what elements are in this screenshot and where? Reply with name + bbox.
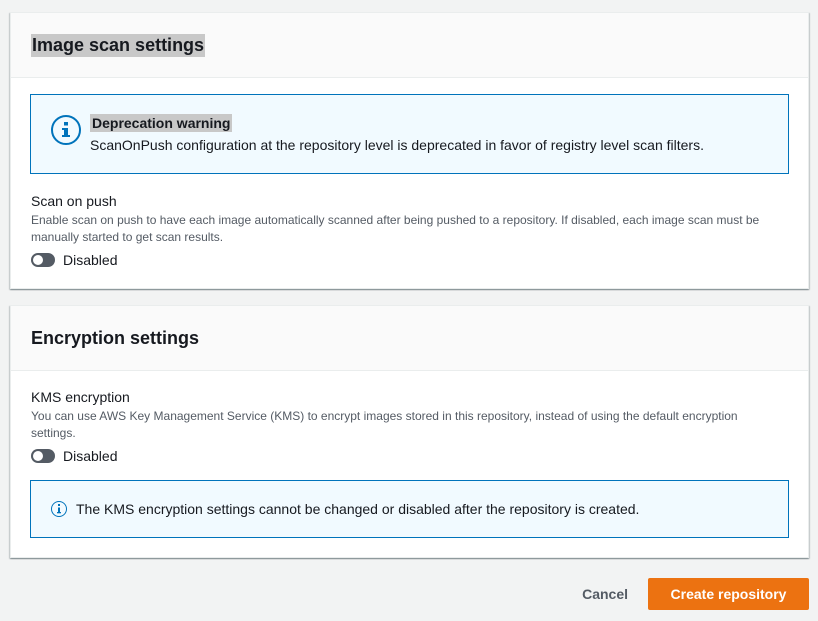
kms-encryption-label: KMS encryption — [31, 389, 130, 405]
kms-encryption-field: KMS encryption You can use AWS Key Manag… — [30, 389, 789, 464]
image-scan-settings-panel: Image scan settings Deprecation warning … — [10, 12, 809, 289]
panel-header: Image scan settings — [11, 13, 808, 78]
scan-on-push-description: Enable scan on push to have each image a… — [31, 212, 789, 246]
scan-on-push-label: Scan on push — [31, 193, 117, 209]
panel-body: Deprecation warning ScanOnPush configura… — [11, 78, 808, 268]
panel-header: Encryption settings — [11, 306, 808, 371]
kms-info-alert: The KMS encryption settings cannot be ch… — [30, 480, 789, 538]
scan-on-push-toggle-row[interactable]: Disabled — [31, 252, 789, 268]
encryption-settings-panel: Encryption settings KMS encryption You c… — [10, 305, 809, 558]
create-repository-button[interactable]: Create repository — [648, 578, 809, 610]
toggle-knob — [33, 451, 43, 461]
description-line: Enable scan on push to have each image a… — [31, 213, 760, 227]
scan-on-push-field: Scan on push Enable scan on push to have… — [30, 193, 789, 268]
alert-text: ScanOnPush configuration at the reposito… — [90, 137, 704, 153]
alert-title: Deprecation warning — [90, 114, 233, 132]
info-glyph — [57, 504, 61, 514]
description-line: You can use AWS Key Management Service (… — [31, 409, 738, 423]
alert-content: Deprecation warning ScanOnPush configura… — [90, 114, 704, 173]
description-line: settings. — [31, 426, 76, 440]
panel-body: KMS encryption You can use AWS Key Manag… — [11, 371, 808, 538]
info-circle-icon — [51, 115, 81, 145]
kms-encryption-toggle-row[interactable]: Disabled — [31, 448, 789, 464]
encryption-settings-title: Encryption settings — [31, 327, 200, 348]
info-glyph — [62, 122, 70, 137]
form-actions: Cancel Create repository — [562, 578, 809, 610]
deprecation-warning-alert: Deprecation warning ScanOnPush configura… — [30, 94, 789, 174]
description-line: manually started to get scan results. — [31, 230, 224, 244]
scan-on-push-toggle-label: Disabled — [63, 252, 118, 268]
kms-encryption-description: You can use AWS Key Management Service (… — [31, 408, 789, 442]
image-scan-settings-title: Image scan settings — [31, 33, 206, 57]
toggle-knob — [33, 255, 43, 265]
kms-encryption-toggle-label: Disabled — [63, 448, 118, 464]
scan-on-push-toggle[interactable] — [31, 253, 55, 267]
kms-info-text: The KMS encryption settings cannot be ch… — [76, 501, 640, 517]
cancel-button[interactable]: Cancel — [562, 586, 648, 602]
info-circle-icon — [51, 501, 67, 517]
kms-encryption-toggle[interactable] — [31, 449, 55, 463]
